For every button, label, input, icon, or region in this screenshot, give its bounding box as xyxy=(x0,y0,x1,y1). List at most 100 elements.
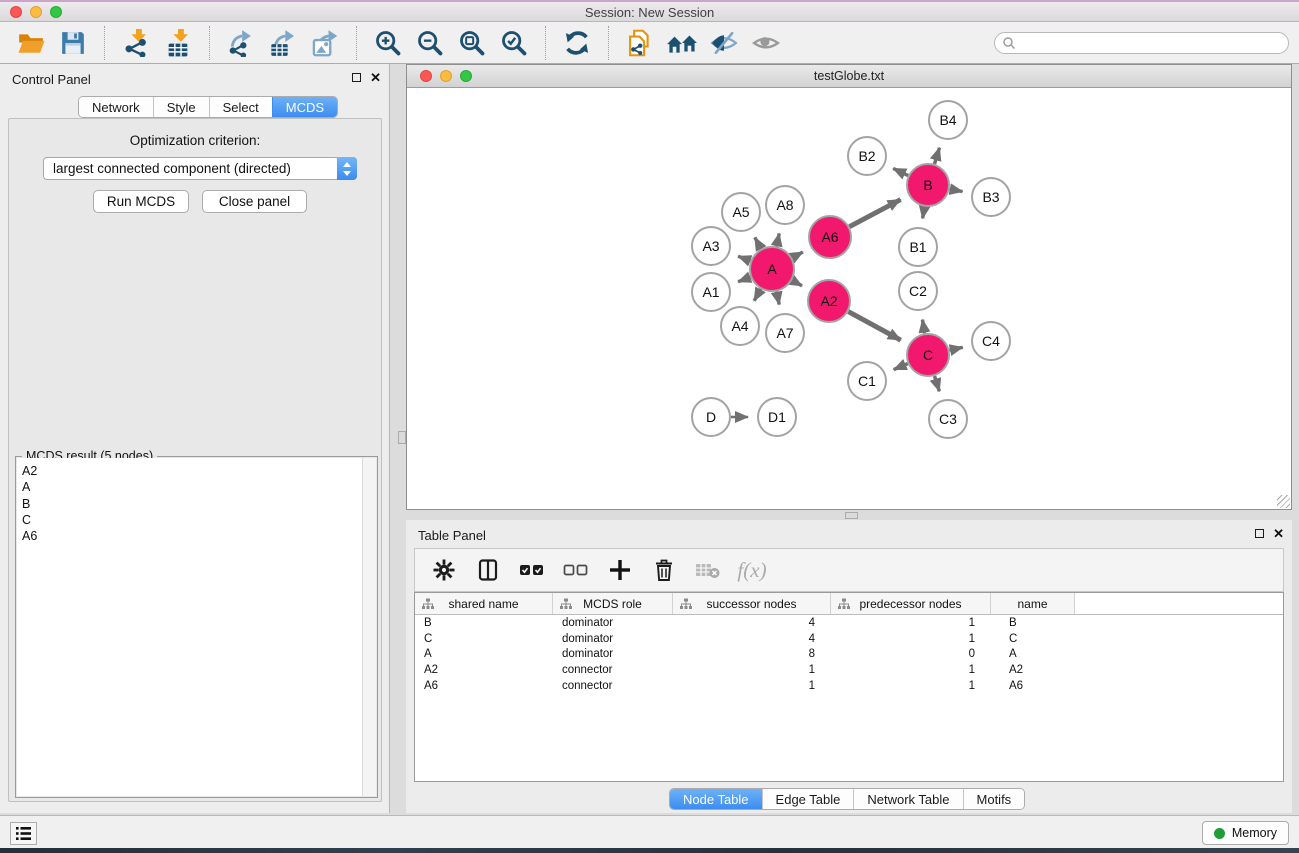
import-table-button[interactable] xyxy=(157,26,199,60)
select-all-button[interactable] xyxy=(517,555,547,585)
network-canvas[interactable]: AA1A2A3A4A5A6A7A8BB1B2B3B4CC1C2C3C4DD1 xyxy=(407,88,1291,509)
tab-motifs[interactable]: Motifs xyxy=(963,789,1025,809)
cell-successor-nodes[interactable]: 1 xyxy=(673,664,831,676)
column-header-mcds-role[interactable]: MCDS role xyxy=(553,593,673,614)
graph-edge-C-C4[interactable] xyxy=(949,347,962,350)
float-panel-icon[interactable] xyxy=(352,73,361,82)
graph-edge-C-C1[interactable] xyxy=(894,364,908,370)
tab-style[interactable]: Style xyxy=(153,97,209,117)
graph-node-B2[interactable]: B2 xyxy=(848,137,886,175)
mcds-result-item[interactable]: A6 xyxy=(22,528,362,544)
cell-successor-nodes[interactable]: 1 xyxy=(673,680,831,692)
mcds-result-list[interactable]: A2ABCA6 xyxy=(17,458,362,796)
column-header-shared-name[interactable]: shared name xyxy=(415,593,553,614)
cell-name[interactable]: C xyxy=(991,633,1075,645)
cell-shared-name[interactable]: C xyxy=(415,633,553,645)
tab-mcds[interactable]: MCDS xyxy=(272,97,337,117)
graph-node-A1[interactable]: A1 xyxy=(692,273,730,311)
graph-node-A6[interactable]: A6 xyxy=(809,216,851,258)
cell-mcds-role[interactable]: connector xyxy=(553,664,673,676)
graph-node-B4[interactable]: B4 xyxy=(929,101,967,139)
table-row[interactable]: A6connector11A6 xyxy=(415,678,1283,694)
delete-row-button[interactable] xyxy=(649,555,679,585)
result-scrollbar[interactable] xyxy=(362,458,376,796)
cell-predecessor-nodes[interactable]: 1 xyxy=(831,664,991,676)
graph-edge-A6-B[interactable] xyxy=(849,200,900,227)
graph-node-B1[interactable]: B1 xyxy=(899,228,937,266)
graph-node-A4[interactable]: A4 xyxy=(721,307,759,345)
cell-shared-name[interactable]: A6 xyxy=(415,680,553,692)
close-table-panel-icon[interactable]: ✕ xyxy=(1273,528,1284,539)
graph-edge-B-B4[interactable] xyxy=(934,148,939,164)
cell-successor-nodes[interactable]: 8 xyxy=(673,648,831,660)
graph-edge-B-B3[interactable] xyxy=(950,189,963,191)
delete-table-button[interactable] xyxy=(693,555,723,585)
graph-node-C1[interactable]: C1 xyxy=(848,362,886,400)
graph-node-C2[interactable]: C2 xyxy=(899,272,937,310)
hide-selection-button[interactable] xyxy=(703,26,745,60)
task-history-button[interactable] xyxy=(10,822,37,845)
graph-node-A2[interactable]: A2 xyxy=(808,280,850,322)
show-hidden-eye-button[interactable] xyxy=(745,26,787,60)
cell-successor-nodes[interactable]: 4 xyxy=(673,617,831,629)
table-row[interactable]: A2connector11A2 xyxy=(415,662,1283,678)
graph-edge-C-C3[interactable] xyxy=(935,376,940,391)
graph-node-C3[interactable]: C3 xyxy=(929,400,967,438)
cell-mcds-role[interactable]: dominator xyxy=(553,617,673,629)
mcds-result-item[interactable]: A xyxy=(22,479,362,495)
graph-node-A5[interactable]: A5 xyxy=(722,193,760,231)
graph-node-A[interactable]: A xyxy=(750,247,794,291)
memory-button[interactable]: Memory xyxy=(1202,821,1289,845)
network-window-titlebar[interactable]: testGlobe.txt xyxy=(407,65,1291,88)
graph-edge-B-B2[interactable] xyxy=(893,168,908,175)
cell-successor-nodes[interactable]: 4 xyxy=(673,633,831,645)
criterion-select[interactable]: largest connected component (directed) xyxy=(43,157,357,180)
cell-predecessor-nodes[interactable]: 1 xyxy=(831,617,991,629)
cell-shared-name[interactable]: A2 xyxy=(415,664,553,676)
graph-edge-A-A3[interactable] xyxy=(738,256,750,261)
cell-name[interactable]: A6 xyxy=(991,680,1075,692)
zoom-selected-button[interactable] xyxy=(493,26,535,60)
cell-predecessor-nodes[interactable]: 0 xyxy=(831,648,991,660)
column-header-name[interactable]: name xyxy=(991,593,1075,614)
search-field[interactable] xyxy=(994,32,1289,54)
cell-shared-name[interactable]: A xyxy=(415,648,553,660)
graph-edge-A-A8[interactable] xyxy=(777,233,780,246)
graph-node-D[interactable]: D xyxy=(692,398,730,436)
graph-node-B[interactable]: B xyxy=(907,164,949,206)
graph-node-B3[interactable]: B3 xyxy=(972,178,1010,216)
table-row[interactable]: Adominator80A xyxy=(415,647,1283,663)
column-header-successor-nodes[interactable]: successor nodes xyxy=(673,593,831,614)
run-mcds-button[interactable]: Run MCDS xyxy=(93,190,189,213)
graph-node-C[interactable]: C xyxy=(907,334,949,376)
cell-name[interactable]: B xyxy=(991,617,1075,629)
splitter-handle-bottom[interactable] xyxy=(845,512,858,519)
resize-grip[interactable] xyxy=(1277,495,1290,508)
add-row-button[interactable] xyxy=(605,555,635,585)
cell-mcds-role[interactable]: dominator xyxy=(553,633,673,645)
mcds-result-item[interactable]: A2 xyxy=(22,463,362,479)
tab-network[interactable]: Network xyxy=(79,97,153,117)
close-panel-icon[interactable]: ✕ xyxy=(370,72,381,83)
zoom-fit-button[interactable] xyxy=(451,26,493,60)
mcds-result-item[interactable]: B xyxy=(22,496,362,512)
import-network-button[interactable] xyxy=(115,26,157,60)
tab-network-table[interactable]: Network Table xyxy=(853,789,962,809)
float-table-panel-icon[interactable] xyxy=(1255,529,1264,538)
graph-edge-A2-C[interactable] xyxy=(848,312,900,341)
refresh-layout-button[interactable] xyxy=(556,26,598,60)
table-row[interactable]: Bdominator41B xyxy=(415,615,1283,631)
cell-mcds-role[interactable]: connector xyxy=(553,680,673,692)
graph-edge-B-B1[interactable] xyxy=(923,207,925,219)
tab-edge-table[interactable]: Edge Table xyxy=(762,789,854,809)
column-header-predecessor-nodes[interactable]: predecessor nodes xyxy=(831,593,991,614)
duplicate-network-button[interactable] xyxy=(619,26,661,60)
cell-mcds-role[interactable]: dominator xyxy=(553,648,673,660)
graph-edge-A-A4[interactable] xyxy=(754,289,761,301)
deselect-all-button[interactable] xyxy=(561,555,591,585)
export-network-button[interactable] xyxy=(220,26,262,60)
mcds-result-item[interactable]: C xyxy=(22,512,362,528)
close-panel-button[interactable]: Close panel xyxy=(202,190,307,213)
column-chooser-button[interactable] xyxy=(473,555,503,585)
splitter-handle-left[interactable] xyxy=(398,431,406,444)
